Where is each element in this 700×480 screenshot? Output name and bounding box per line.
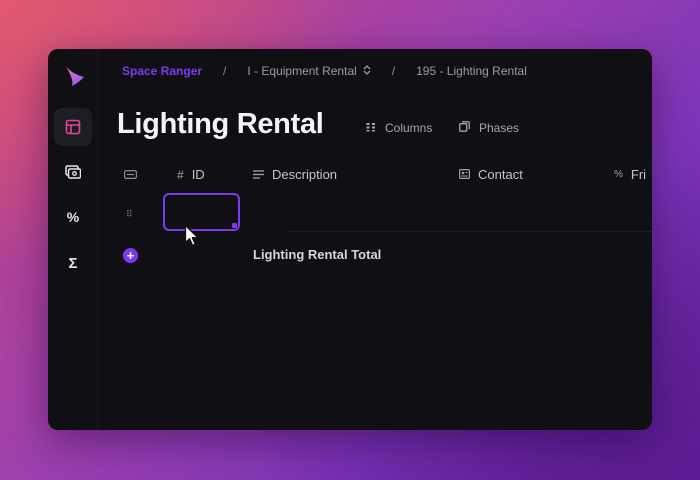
column-header-fri[interactable]: % Fri (614, 167, 646, 182)
hash-icon: # (177, 167, 184, 182)
percent-icon: % (66, 209, 80, 225)
phases-icon (459, 121, 470, 135)
breadcrumb-page[interactable]: 195 - Lighting Rental (416, 64, 527, 78)
columns-label: Columns (385, 121, 433, 135)
columns-button[interactable]: Columns (366, 121, 432, 135)
column-label: Description (272, 167, 338, 182)
sidebar-item-percent[interactable]: % (54, 198, 92, 236)
add-row-button[interactable]: + (123, 248, 138, 263)
sidebar-item-table[interactable] (54, 108, 92, 146)
group-total-label: Lighting Rental Total (253, 247, 382, 262)
currency-icon (65, 165, 81, 179)
breadcrumb-section[interactable]: I - Equipment Rental (247, 64, 356, 78)
breadcrumb: Space Ranger / I - Equipment Rental / 19… (122, 63, 527, 79)
chevron-up-down-icon[interactable] (363, 64, 371, 78)
row-divider (288, 231, 652, 232)
fill-handle[interactable] (232, 223, 237, 228)
id-cell-input[interactable] (163, 193, 240, 231)
column-label: ID (191, 167, 205, 182)
keyboard-icon (124, 167, 138, 182)
column-header-description[interactable]: Description (253, 167, 337, 182)
sidebar-item-sigma[interactable]: Σ (54, 244, 92, 282)
column-label: Fri (630, 167, 647, 182)
page-title: Lighting Rental (117, 108, 324, 140)
breadcrumb-separator: / (223, 64, 227, 78)
app-window: % Σ Space Ranger / I - Equipment Rental … (48, 49, 652, 430)
breadcrumb-app[interactable]: Space Ranger (122, 64, 202, 78)
mouse-cursor-icon (184, 224, 200, 253)
phases-button[interactable]: Phases (459, 121, 519, 135)
breadcrumb-separator: / (391, 64, 396, 78)
drag-handle-icon[interactable]: ⠿ (126, 209, 133, 220)
table-icon (65, 119, 81, 135)
sigma-icon: Σ (68, 254, 78, 272)
phases-label: Phases (479, 121, 520, 135)
text-lines-icon (253, 168, 264, 182)
contact-card-icon (459, 168, 471, 182)
percent-icon: % (614, 169, 623, 180)
app-logo-icon[interactable] (62, 61, 86, 87)
columns-icon (366, 121, 376, 135)
column-header-contact[interactable]: Contact (459, 167, 523, 182)
select-all-header[interactable] (124, 167, 138, 182)
column-header-id[interactable]: # ID (177, 167, 205, 182)
sidebar-item-currency[interactable] (54, 153, 92, 191)
column-label: Contact (478, 167, 523, 182)
sidebar: % Σ (48, 49, 98, 430)
